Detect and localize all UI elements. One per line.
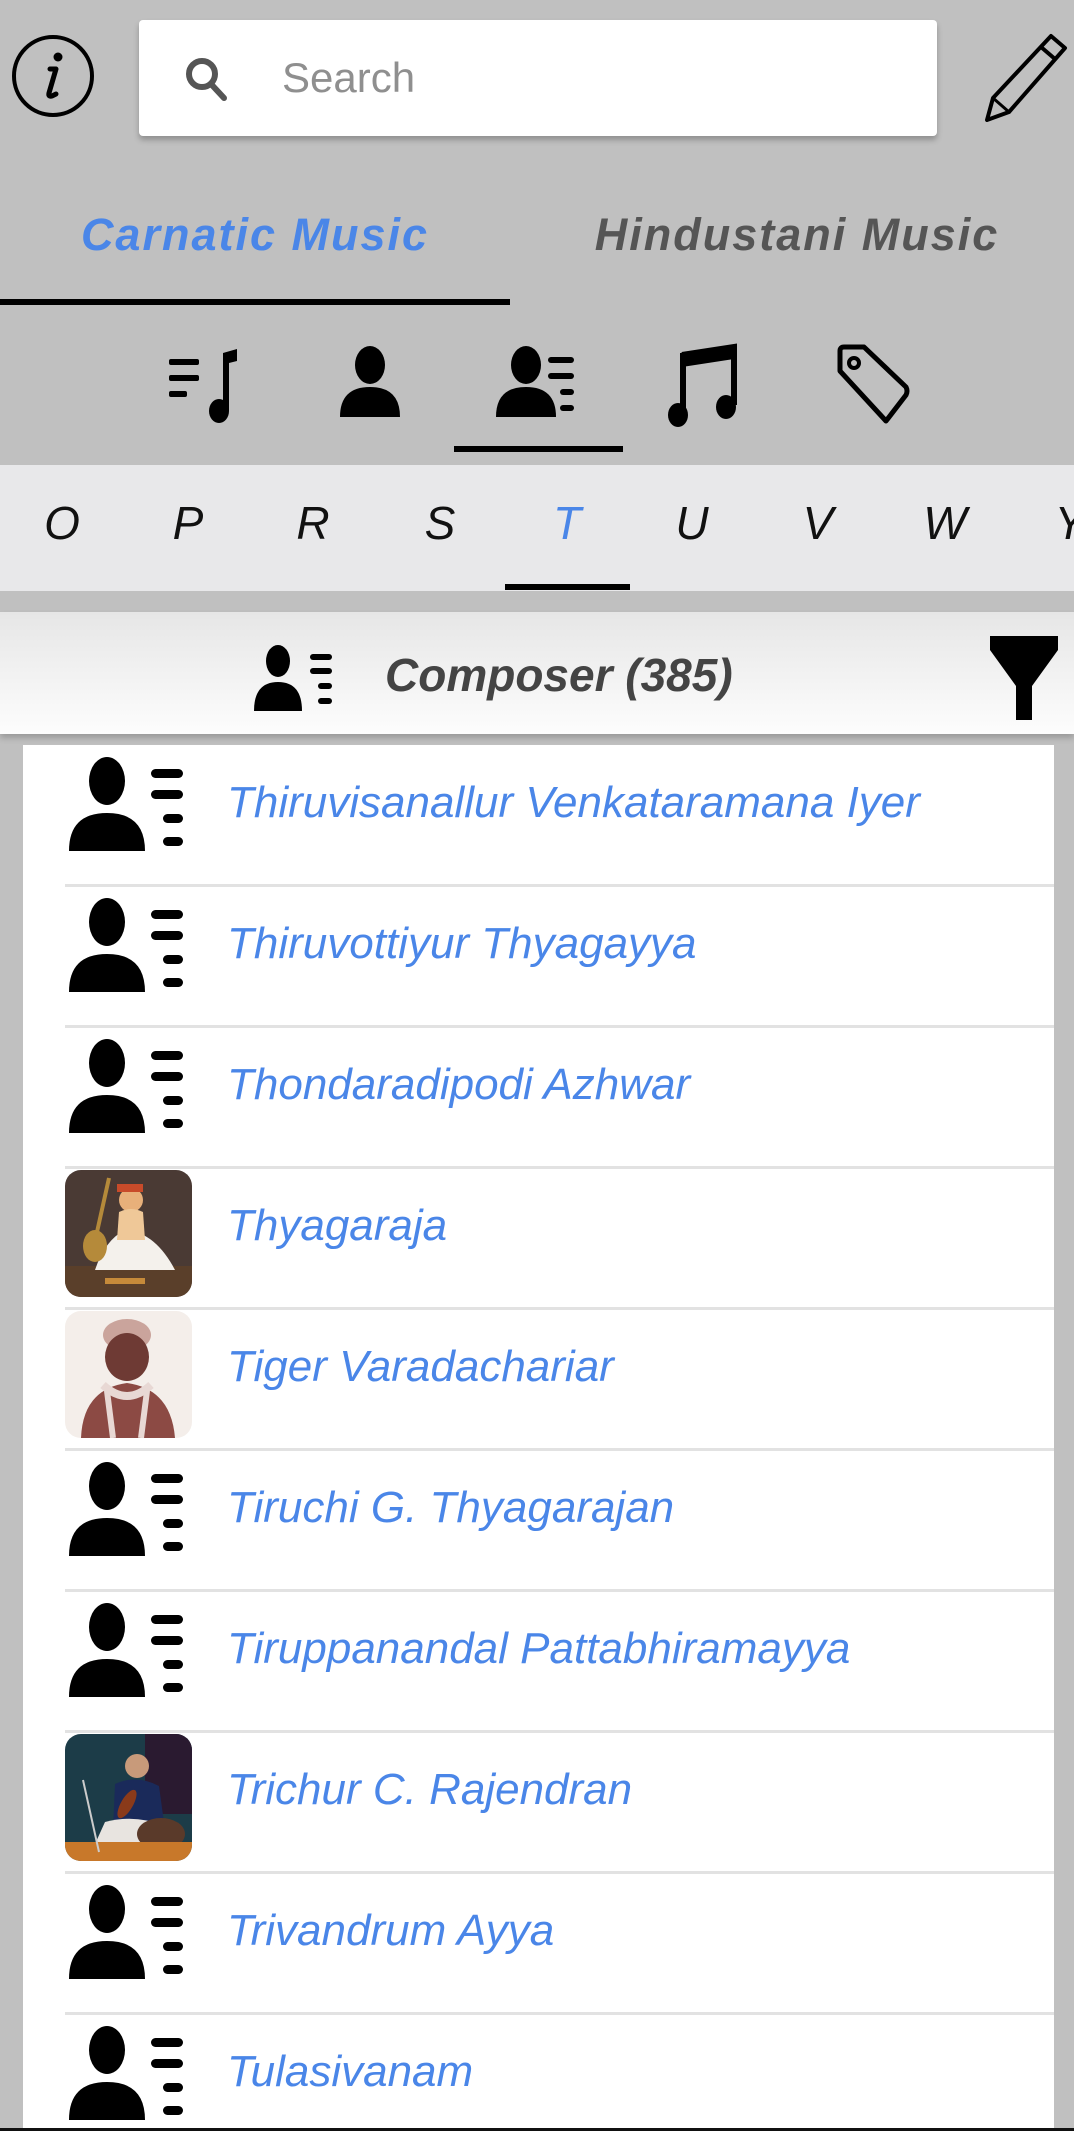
section-title: Composer (385): [385, 649, 733, 701]
portrait-photo: [65, 1734, 192, 1861]
composer-placeholder-icon: [65, 1593, 192, 1720]
person-list-icon: [496, 346, 574, 417]
edit-button[interactable]: [975, 30, 1070, 122]
composer-placeholder-icon: [65, 747, 192, 874]
composer-name: Tulasivanam: [227, 2047, 474, 2096]
person-list-icon: [69, 898, 183, 992]
search-input[interactable]: [282, 36, 922, 120]
section-header: Composer (385): [0, 612, 1074, 734]
composer-name: Thyagaraja: [227, 1201, 448, 1250]
person-list-icon: [69, 1603, 183, 1697]
composer-row[interactable]: Thondaradipodi Azhwar: [65, 1017, 1054, 1158]
letter-p[interactable]: P: [148, 493, 228, 553]
person-list-icon: [254, 645, 332, 711]
portrait-photo: [65, 1170, 192, 1297]
composer-name: Trichur C. Rajendran: [227, 1765, 633, 1814]
composer-name: Tiruppanandal Pattabhiramayya: [227, 1624, 851, 1673]
composer-placeholder-icon: [65, 888, 192, 1015]
composer-row[interactable]: Trichur C. Rajendran: [65, 1722, 1054, 1863]
composer-name: Tiruchi G. Thyagarajan: [227, 1483, 675, 1532]
composer-name: Thiruvisanallur Venkataramana Iyer: [227, 778, 920, 827]
filter-icon[interactable]: [988, 636, 1060, 720]
composer-name: Trivandrum Ayya: [227, 1906, 555, 1955]
composer-row[interactable]: Tiruppanandal Pattabhiramayya: [65, 1581, 1054, 1722]
active-tab-indicator: [0, 299, 510, 305]
composer-name: Thondaradipodi Azhwar: [227, 1060, 691, 1109]
composer-row[interactable]: Thiruvisanallur Venkataramana Iyer: [65, 745, 1054, 876]
letter-v[interactable]: V: [778, 493, 858, 553]
composer-row[interactable]: Tulasivanam: [65, 2004, 1054, 2131]
tab-hindustani-music[interactable]: Hindustani Music: [537, 200, 1057, 270]
tab-ragas[interactable]: [143, 330, 263, 440]
composer-placeholder-icon: [65, 1452, 192, 1579]
composer-placeholder-icon: [65, 2016, 192, 2131]
composer-photo: [65, 1311, 192, 1438]
composer-row[interactable]: Trivandrum Ayya: [65, 1863, 1054, 2004]
person-icon: [340, 346, 400, 417]
person-list-icon: [69, 2026, 183, 2120]
tab-carnatic-music[interactable]: Carnatic Music: [0, 200, 510, 270]
person-list-icon: [69, 1885, 183, 1979]
tab-artists[interactable]: [310, 330, 430, 440]
active-letter-indicator: [505, 584, 630, 590]
composer-row[interactable]: Thyagaraja: [65, 1158, 1054, 1299]
alphabet-bar: O P R S T U V W Y: [0, 465, 1074, 591]
letter-u[interactable]: U: [652, 493, 732, 553]
tab-tags[interactable]: [812, 330, 932, 440]
composer-row[interactable]: Tiruchi G. Thyagarajan: [65, 1440, 1054, 1581]
letter-o[interactable]: O: [22, 493, 102, 553]
composer-list: Thiruvisanallur Venkataramana Iyer Thiruv…: [23, 745, 1054, 2131]
person-list-icon: [69, 1039, 183, 1133]
info-icon: [12, 35, 94, 117]
letter-s[interactable]: S: [400, 493, 480, 553]
letter-t[interactable]: T: [527, 493, 607, 553]
person-list-icon: [69, 1462, 183, 1556]
portrait-photo: [65, 1311, 192, 1438]
playlist-music-icon: [169, 349, 237, 423]
tab-songs[interactable]: [646, 330, 766, 440]
composer-placeholder-icon: [65, 1029, 192, 1156]
tab-composers[interactable]: [478, 330, 598, 440]
composer-name: Thiruvottiyur Thyagayya: [227, 919, 697, 968]
active-category-indicator: [454, 446, 623, 452]
composer-placeholder-icon: [65, 1875, 192, 2002]
music-note-icon: [668, 343, 737, 427]
composer-photo: [65, 1734, 192, 1861]
tag-icon: [837, 344, 910, 424]
info-button[interactable]: [10, 33, 96, 119]
composer-row[interactable]: Thiruvottiyur Thyagayya: [65, 876, 1054, 1017]
search-icon: [186, 58, 227, 101]
composer-name: Tiger Varadachariar: [227, 1342, 614, 1391]
composer-row[interactable]: Tiger Varadachariar: [65, 1299, 1054, 1440]
letter-w[interactable]: W: [905, 493, 985, 553]
composer-photo: [65, 1170, 192, 1297]
letter-r[interactable]: R: [273, 493, 353, 553]
person-list-icon: [69, 757, 183, 851]
pencil-icon: [985, 34, 1067, 122]
letter-y[interactable]: Y: [1030, 493, 1074, 553]
